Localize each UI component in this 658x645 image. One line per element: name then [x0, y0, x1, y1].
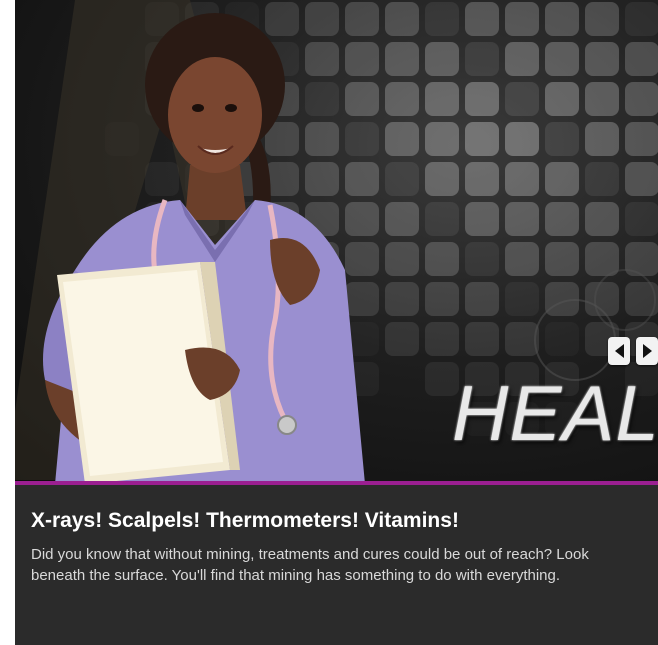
caption-title: X-rays! Scalpels! Thermometers! Vitamins…	[31, 509, 459, 532]
caption-body: Did you know that without mining, treatm…	[31, 546, 589, 584]
next-slide-button[interactable]	[636, 337, 658, 365]
slideshow: HEAL X-rays! Scalpels! Thermometers! Vit…	[15, 0, 658, 645]
hero-headline: HEAL	[452, 369, 658, 457]
slide-caption: X-rays! Scalpels! Thermometers! Vitamins…	[15, 485, 658, 645]
chevron-right-icon	[642, 344, 652, 358]
previous-slide-button[interactable]	[608, 337, 630, 365]
carousel-controls	[608, 337, 658, 365]
chevron-left-icon	[614, 344, 624, 358]
hero-image: HEAL	[15, 0, 658, 484]
